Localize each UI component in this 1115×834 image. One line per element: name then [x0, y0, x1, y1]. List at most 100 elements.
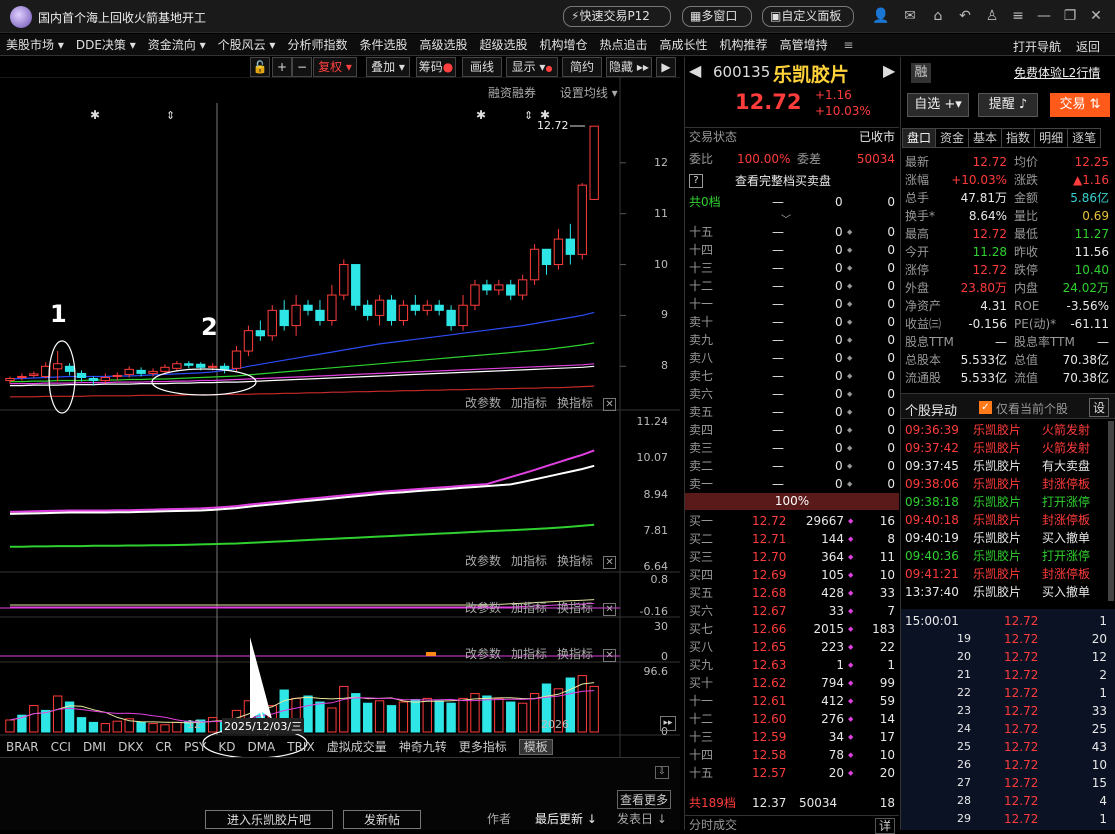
- indicator-tab-0[interactable]: BRAR: [6, 740, 39, 754]
- switch-indicator-link[interactable]: 换指标: [557, 554, 593, 568]
- sell-level-row[interactable]: 卖二 —0 ◆ 0: [685, 457, 899, 475]
- anomaly-row[interactable]: 13:37:40 乐凯胶片 买入撤单: [901, 583, 1107, 601]
- trade-button[interactable]: 交易 ⇅: [1050, 93, 1110, 117]
- col-last-update[interactable]: 最后更新 ↓: [535, 810, 597, 827]
- buy-level-row[interactable]: 买六 12.67 33 ◆ 7: [685, 602, 899, 620]
- more-button[interactable]: 查看更多: [617, 790, 672, 809]
- indicator-tab-3[interactable]: DKX: [118, 740, 143, 754]
- menu-item-5[interactable]: 条件选股: [353, 34, 413, 55]
- close-icon[interactable]: ✕: [603, 556, 617, 569]
- quick-trade-button[interactable]: ⚡快速交易P12: [563, 6, 671, 27]
- menu-item-4[interactable]: 分析师指数: [281, 34, 353, 55]
- indicator-tab-10[interactable]: 神奇九转: [399, 740, 447, 754]
- indicator-tab-5[interactable]: PSY: [184, 740, 206, 754]
- buy-level-row[interactable]: 买八 12.65 223 ◆ 22: [685, 638, 899, 656]
- l2-trial-link[interactable]: 免费体验L2行情: [1014, 64, 1100, 81]
- add-indicator-link[interactable]: 加指标: [511, 554, 547, 568]
- alert-button[interactable]: 提醒 ♪: [978, 93, 1038, 117]
- skin-icon[interactable]: ♙: [982, 6, 1002, 26]
- sell-level-row[interactable]: 十一 —0 ◆ 0: [685, 295, 899, 313]
- menu-item-10[interactable]: 高成长性: [654, 34, 714, 55]
- user-icon[interactable]: 👤: [871, 6, 891, 26]
- menu-item-12[interactable]: 高管增持: [774, 34, 834, 55]
- sell-level-row[interactable]: 十二 —0 ◆ 0: [685, 277, 899, 295]
- minimize-icon[interactable]: —: [1034, 6, 1054, 26]
- buy-level-row[interactable]: 十一 12.61 412 ◆ 59: [685, 692, 899, 710]
- add-indicator-link[interactable]: 加指标: [511, 601, 547, 615]
- zoom-out-button[interactable]: −: [292, 57, 312, 77]
- anomaly-row[interactable]: 09:38:06 乐凯胶片 封涨停板: [901, 475, 1107, 493]
- anomaly-row[interactable]: 09:40:19 乐凯胶片 买入撤单: [901, 529, 1107, 547]
- indicator-tab-7[interactable]: DMA: [247, 740, 275, 754]
- menu-item-11[interactable]: 机构推荐: [714, 34, 774, 55]
- quote-tab-4[interactable]: 明细: [1034, 128, 1069, 148]
- only-current-checkbox[interactable]: ✓: [979, 401, 992, 414]
- detail-button[interactable]: 详: [874, 818, 895, 834]
- sell-level-row[interactable]: 卖八 —0 ◆ 0: [685, 349, 899, 367]
- buy-level-row[interactable]: 十五 12.57 20 ◆ 20: [685, 764, 899, 782]
- buy-level-row[interactable]: 买九 12.63 1 ◆ 1: [685, 656, 899, 674]
- menu-item-7[interactable]: 超级选股: [473, 34, 533, 55]
- buy-level-row[interactable]: 十三 12.59 34 ◆ 17: [685, 728, 899, 746]
- switch-indicator-link[interactable]: 换指标: [557, 396, 593, 410]
- menu-more-icon[interactable]: ≡: [837, 34, 859, 55]
- new-post-button[interactable]: 发新帖: [343, 810, 421, 829]
- indicator-tab-12[interactable]: 模板: [518, 739, 553, 755]
- anomaly-row[interactable]: 09:37:45 乐凯胶片 有大卖盘: [901, 457, 1107, 475]
- anomaly-scrollbar[interactable]: [1108, 421, 1114, 601]
- menu-item-6[interactable]: 高级选股: [413, 34, 473, 55]
- undo-icon[interactable]: ↶: [955, 6, 975, 26]
- next-stock-icon[interactable]: ▶: [883, 61, 895, 80]
- indicator-tab-9[interactable]: 虚拟成交量: [327, 740, 387, 754]
- scroll-right-button[interactable]: ▶: [656, 57, 676, 77]
- col-post-date[interactable]: 发表日 ↓: [617, 810, 667, 827]
- close-icon[interactable]: ✕: [603, 603, 617, 616]
- indicator-tab-2[interactable]: DMI: [83, 740, 106, 754]
- menu-open-nav[interactable]: 打开导航: [1013, 38, 1061, 55]
- menu-item-0[interactable]: 美股市场 ▾: [0, 34, 70, 55]
- hide-button[interactable]: 隐藏 ▸▸: [606, 57, 652, 77]
- indicator-tab-1[interactable]: CCI: [51, 740, 71, 754]
- prev-stock-icon[interactable]: ◀: [689, 61, 701, 80]
- simple-button[interactable]: 简约: [562, 57, 602, 77]
- anomaly-row[interactable]: 09:36:39 乐凯胶片 火箭发射: [901, 421, 1107, 439]
- buy-level-row[interactable]: 十四 12.58 78 ◆ 10: [685, 746, 899, 764]
- buy-level-row[interactable]: 十二 12.60 276 ◆ 14: [685, 710, 899, 728]
- anomaly-row[interactable]: 09:37:42 乐凯胶片 火箭发射: [901, 439, 1107, 457]
- quote-tab-2[interactable]: 基本: [968, 128, 1003, 148]
- buy-level-row[interactable]: 买一 12.72 29667 ◆ 16: [685, 512, 899, 530]
- menu-item-8[interactable]: 机构增仓: [534, 34, 594, 55]
- param-link[interactable]: 改参数: [465, 554, 501, 568]
- lock-icon[interactable]: 🔓: [250, 57, 270, 77]
- chips-button[interactable]: 筹码●: [416, 57, 456, 77]
- buy-level-row[interactable]: 买五 12.68 428 ◆ 33: [685, 584, 899, 602]
- menu-item-9[interactable]: 热点追击: [594, 34, 654, 55]
- sell-level-row[interactable]: 卖十 —0 ◆ 0: [685, 313, 899, 331]
- indicator-tab-8[interactable]: TRIX: [287, 740, 314, 754]
- scroll-end-button[interactable]: ▸▸: [660, 716, 676, 731]
- buy-level-row[interactable]: 买四 12.69 105 ◆ 10: [685, 566, 899, 584]
- buy-level-row[interactable]: 买二 12.71 144 ◆ 8: [685, 530, 899, 548]
- add-indicator-link[interactable]: 加指标: [511, 647, 547, 661]
- sell-level-row[interactable]: 十三 —0 ◆ 0: [685, 259, 899, 277]
- favorite-button[interactable]: 自选 +▾: [907, 93, 969, 117]
- buy-level-row[interactable]: 买十 12.62 794 ◆ 99: [685, 674, 899, 692]
- add-indicator-link[interactable]: 加指标: [511, 396, 547, 410]
- sell-level-row[interactable]: 卖一 —0 ◆ 0: [685, 475, 899, 493]
- sell-level-row[interactable]: 卖七 —0 ◆ 0: [685, 367, 899, 385]
- close-icon[interactable]: ✕: [603, 649, 617, 662]
- menu-item-1[interactable]: DDE决策 ▾: [70, 34, 142, 55]
- indicator-tab-4[interactable]: CR: [155, 740, 172, 754]
- minute-trade-header[interactable]: 分时成交 详: [685, 815, 899, 834]
- sell-level-row[interactable]: 卖四 —0 ◆ 0: [685, 421, 899, 439]
- draw-line-button[interactable]: 画线: [462, 57, 502, 77]
- sell-level-row[interactable]: 卖六 —0 ◆ 0: [685, 385, 899, 403]
- sell-level-row[interactable]: 十五 —0 ◆ 0: [685, 223, 899, 241]
- menu-icon[interactable]: ≡: [1008, 6, 1028, 26]
- menu-item-3[interactable]: 个股风云 ▾: [212, 34, 282, 55]
- collapse-icon[interactable]: ⇩: [655, 766, 669, 779]
- close-icon[interactable]: ✕: [603, 398, 617, 411]
- overlay-button[interactable]: 叠加 ▾: [366, 57, 410, 77]
- home-icon[interactable]: ⌂: [928, 6, 948, 26]
- col-author[interactable]: 作者: [487, 810, 511, 827]
